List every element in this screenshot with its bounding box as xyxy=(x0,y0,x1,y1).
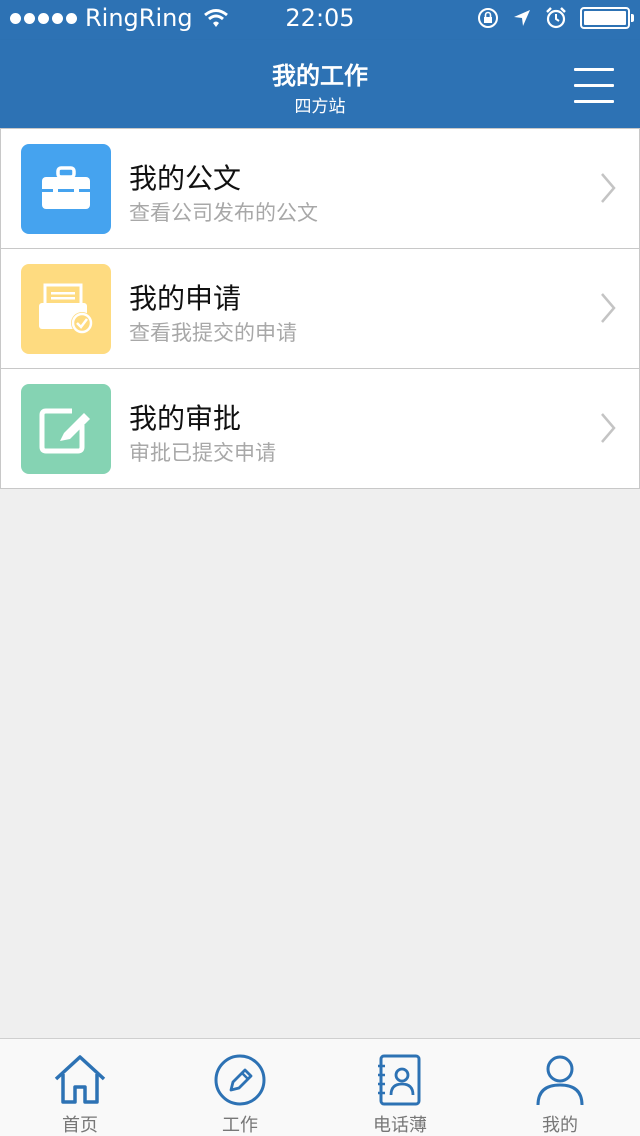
battery-icon xyxy=(580,7,634,29)
person-icon xyxy=(536,1055,584,1106)
alarm-icon xyxy=(546,7,566,29)
tab-label: 工作 xyxy=(222,1115,258,1136)
list-item-approvals[interactable]: 我的审批 审批已提交申请 xyxy=(1,369,639,488)
document-check-icon xyxy=(21,264,111,354)
pencil-circle-icon xyxy=(214,1054,266,1106)
tab-label: 电话薄 xyxy=(373,1115,427,1136)
item-subtitle: 查看公司发布的公文 xyxy=(129,201,318,225)
home-icon xyxy=(54,1055,106,1104)
item-subtitle: 查看我提交的申请 xyxy=(129,321,297,345)
item-title: 我的公文 xyxy=(129,162,242,195)
header: 我的工作 四方站 xyxy=(0,40,640,128)
list-item-applications[interactable]: 我的申请 查看我提交的申请 xyxy=(1,249,639,369)
tab-mine[interactable]: 我的 xyxy=(480,1039,640,1136)
tab-work[interactable]: 工作 xyxy=(160,1039,320,1136)
rotation-lock-icon xyxy=(478,8,498,28)
tab-contacts[interactable]: 电话薄 xyxy=(320,1039,480,1136)
work-list: 我的公文 查看公司发布的公文 我的申请 查看我提交的申请 我的审批 审批已提交申… xyxy=(0,128,640,489)
hamburger-menu-icon[interactable] xyxy=(574,68,614,104)
edit-pen-icon xyxy=(21,384,111,474)
chevron-right-icon xyxy=(601,173,616,203)
location-arrow-icon xyxy=(514,10,530,26)
contacts-book-icon xyxy=(378,1054,421,1106)
briefcase-icon xyxy=(21,144,111,234)
page-title: 我的工作 xyxy=(272,62,368,90)
tab-bar: 首页 工作 电话薄 我的 xyxy=(0,1038,640,1136)
chevron-right-icon xyxy=(601,413,616,443)
status-icons xyxy=(476,6,634,30)
item-title: 我的审批 xyxy=(129,402,242,435)
page-subtitle: 四方站 xyxy=(294,97,346,117)
item-subtitle: 审批已提交申请 xyxy=(129,441,276,465)
item-title: 我的申请 xyxy=(129,282,242,315)
status-bar: RingRing 22:05 xyxy=(0,0,640,40)
tab-home[interactable]: 首页 xyxy=(0,1039,160,1136)
tab-label: 我的 xyxy=(542,1115,578,1136)
tab-label: 首页 xyxy=(62,1115,98,1136)
list-item-documents[interactable]: 我的公文 查看公司发布的公文 xyxy=(1,129,639,249)
chevron-right-icon xyxy=(601,293,616,323)
